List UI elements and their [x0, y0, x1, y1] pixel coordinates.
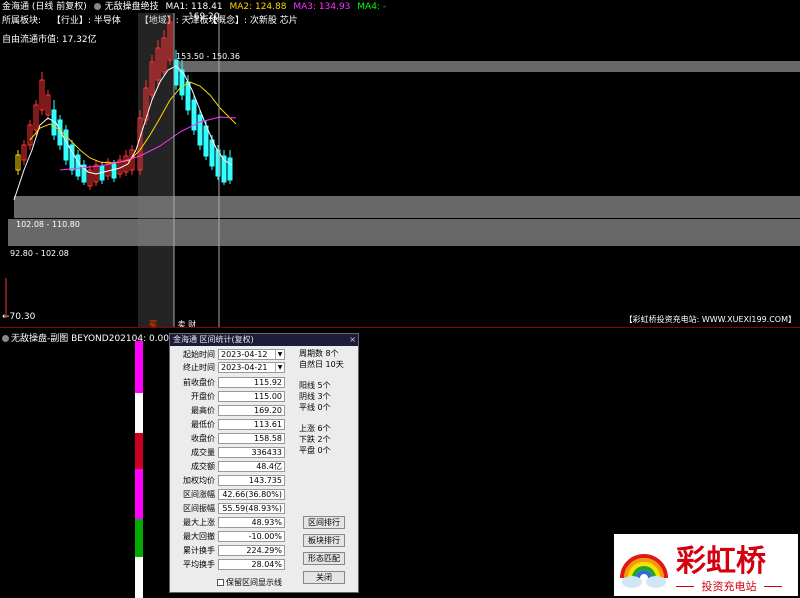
stat-value: 224.29% [218, 545, 285, 556]
candle-body [75, 154, 81, 177]
flat-line-stat: 平线 0个 [299, 403, 331, 412]
stat-label: 最低价 [191, 420, 215, 429]
candles [15, 15, 233, 190]
candle-body [111, 163, 117, 179]
stat-row: 成交额 48.4亿 [170, 461, 295, 473]
interval-rank-button[interactable]: 区间排行 [303, 516, 345, 529]
stat-value: 113.61 [218, 419, 285, 430]
natural-days-stat: 自然日 10天 [299, 360, 344, 369]
stat-label: 区间振幅 [183, 504, 215, 513]
stat-row: 区间振幅 55.59(48.93%) [170, 503, 295, 515]
end-time-value: 2023-04-21 [221, 363, 268, 372]
candle-body [197, 114, 203, 146]
stat-value: 48.93% [218, 517, 285, 528]
stat-value: 158.58 [218, 433, 285, 444]
dialog-app-name: 金海通 [173, 335, 197, 344]
logo-subtitle-text: 投资充电站 [701, 580, 757, 593]
logo-subtitle: 投资充电站 [676, 578, 782, 594]
start-time-select[interactable]: 2023-04-12 ▼ [218, 349, 285, 360]
stat-row: 加权均价 143.735 [170, 475, 295, 487]
buy-marker: 买 [149, 320, 157, 328]
stat-row: 收盘价 158.58 [170, 433, 295, 445]
candle-body [173, 59, 179, 86]
stat-value: 336433 [218, 447, 285, 458]
stat-label: 收盘价 [191, 434, 215, 443]
dialog-close-icon[interactable]: × [349, 334, 356, 346]
stat-value: 115.00 [218, 391, 285, 402]
checkbox-box[interactable] [217, 579, 224, 586]
stat-row: 开盘价 115.00 [170, 391, 295, 403]
footer-ad: 【彩虹桥投资充电站: WWW.XUEXI199.COM】 [624, 315, 796, 324]
interval-stats-dialog[interactable]: 金海通 区间统计(复权) × 起始时间 2023-04-12 ▼ 终止时间 20… [169, 333, 359, 593]
stat-value: 28.04% [218, 559, 285, 570]
stat-label: 前收盘价 [183, 378, 215, 387]
chevron-down-icon[interactable]: ▼ [275, 350, 284, 359]
main-chart-pane[interactable]: 金海通 (日线 前复权) 无敌操盘绝技 MA1: 118.41 MA2: 124… [0, 0, 800, 328]
stat-label: 平均换手 [183, 560, 215, 569]
stat-value: 48.4亿 [218, 461, 285, 472]
stat-label: 成交额 [191, 462, 215, 471]
start-time-label: 起始时间 [183, 350, 215, 359]
stat-value: 42.66(36.80%) [218, 489, 285, 500]
start-time-value: 2023-04-12 [221, 350, 268, 359]
logo-name: 彩虹桥 [676, 544, 766, 579]
rainbow-icon [620, 554, 668, 588]
interval-markers: 买 卖 财 [149, 319, 197, 328]
sector-rank-button[interactable]: 板块排行 [303, 534, 345, 547]
yin-stat: 阴线 3个 [299, 392, 331, 401]
periods-stat: 周期数 8个 [299, 349, 339, 358]
stat-label: 累计换手 [183, 546, 215, 555]
stat-value: 55.59(48.93%) [218, 503, 285, 514]
stat-label: 最大上涨 [183, 518, 215, 527]
candle-body [209, 139, 215, 167]
stat-label: 开盘价 [191, 392, 215, 401]
candle-body [203, 125, 209, 157]
stat-label: 区间涨幅 [183, 490, 215, 499]
end-time-label: 终止时间 [183, 363, 215, 372]
stat-label: 成交量 [191, 448, 215, 457]
yang-stat: 阳线 5个 [299, 381, 331, 390]
stat-row: 累计换手 224.29% [170, 545, 295, 557]
candle-body [185, 81, 191, 111]
stat-value: -10.00% [218, 531, 285, 542]
candle-body [227, 157, 233, 181]
candlestick-chart[interactable] [0, 0, 800, 328]
chevron-down-icon[interactable]: ▼ [275, 363, 284, 372]
keep-interval-label: 保留区间显示线 [226, 578, 282, 587]
close-button[interactable]: 关闭 [303, 571, 345, 584]
down-stat: 下跌 2个 [299, 435, 331, 444]
sell-marker: 卖 财 [177, 320, 197, 328]
dialog-title-bar[interactable]: 金海通 区间统计(复权) × [170, 334, 358, 346]
rainbow-bridge-logo: 彩虹桥 投资充电站 [614, 534, 798, 596]
keep-interval-checkbox[interactable]: 保留区间显示线 [217, 578, 282, 588]
stat-row: 最高价 169.20 [170, 405, 295, 417]
stat-row: 成交量 336433 [170, 447, 295, 459]
stat-row: 平均换手 28.04% [170, 559, 295, 571]
stat-row: 最大上涨 48.93% [170, 517, 295, 529]
stat-value: 143.735 [218, 475, 285, 486]
sub-indicator-bars [135, 341, 143, 598]
stat-label: 加权均价 [183, 476, 215, 485]
flat-stat: 平盘 0个 [299, 446, 331, 455]
pattern-match-button[interactable]: 形态匹配 [303, 552, 345, 565]
stat-row: 前收盘价 115.92 [170, 377, 295, 389]
stat-row: 最大回撤 -10.00% [170, 531, 295, 543]
stat-label: 最大回撤 [183, 532, 215, 541]
stat-value: 169.20 [218, 405, 285, 416]
dialog-title: 区间统计(复权) [199, 335, 254, 344]
stat-label: 最高价 [191, 406, 215, 415]
stat-value: 115.92 [218, 377, 285, 388]
stat-row: 最低价 113.61 [170, 419, 295, 431]
stat-row: 区间涨幅 42.66(36.80%) [170, 489, 295, 501]
end-time-select[interactable]: 2023-04-21 ▼ [218, 362, 285, 373]
up-stat: 上涨 6个 [299, 424, 331, 433]
